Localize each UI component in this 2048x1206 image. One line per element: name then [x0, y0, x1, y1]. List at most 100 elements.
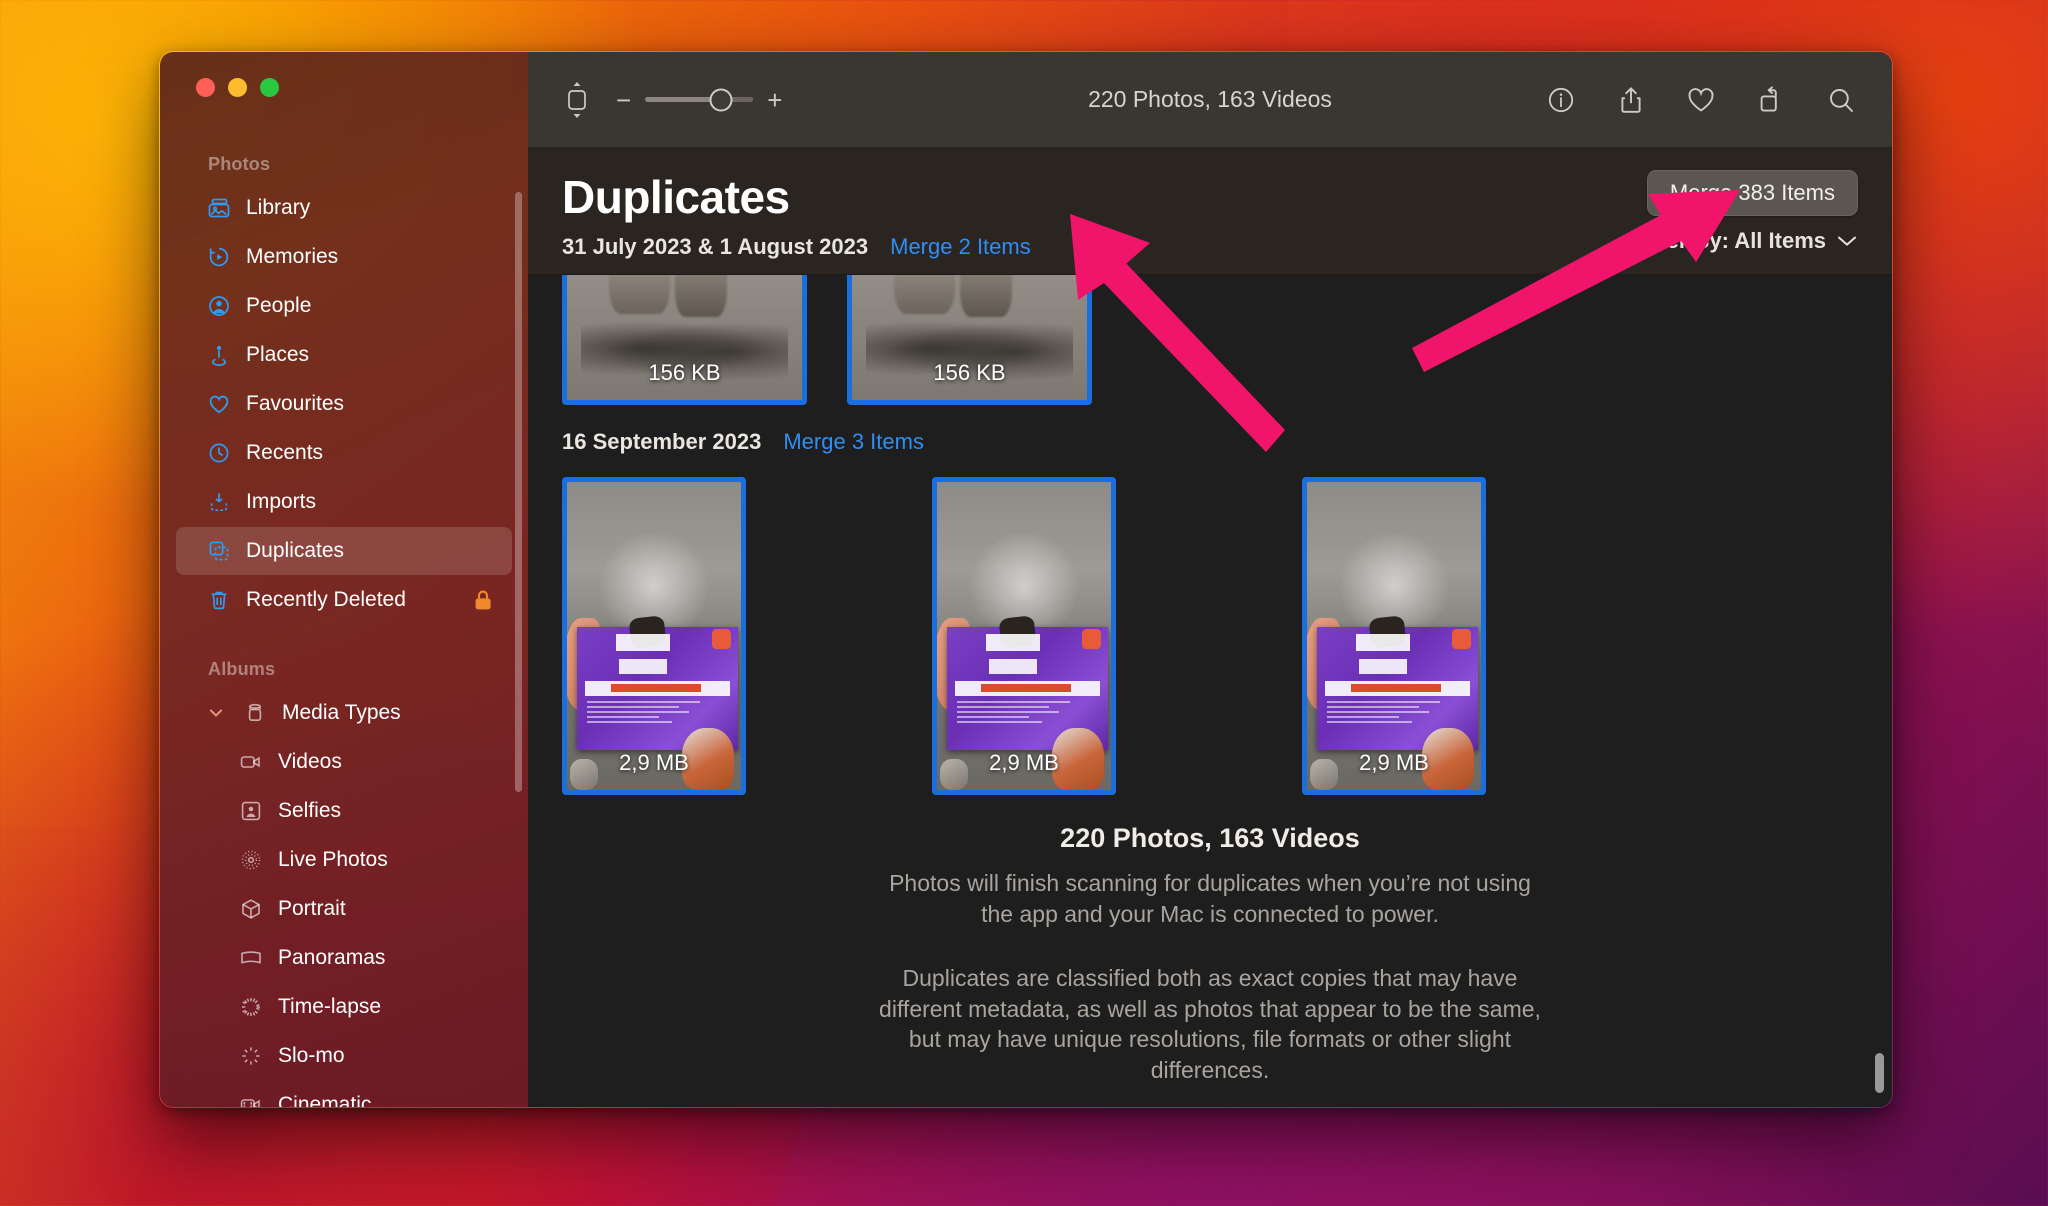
- zoom-out-button[interactable]: −: [616, 87, 631, 113]
- duplicates-content[interactable]: 156 KB 156 KB 16 September 2023 Merge 3 …: [528, 275, 1892, 1107]
- media-types-icon: [242, 700, 268, 726]
- duplicates-footer: 220 Photos, 163 Videos Photos will finis…: [562, 795, 1858, 1085]
- footer-paragraph-1: Photos will finish scanning for duplicat…: [889, 870, 1531, 927]
- share-icon[interactable]: [1614, 83, 1648, 117]
- sidebar-item-places[interactable]: Places: [176, 331, 512, 379]
- photos-app-window: Photos Library Memories People Places Fa…: [159, 51, 1893, 1108]
- toolbar: − + 220 Photos, 163 Videos: [528, 52, 1892, 148]
- duplicate-thumbnail[interactable]: 2,9 MB: [562, 477, 746, 795]
- thumbnail-size-label: 156 KB: [933, 360, 1006, 385]
- time-lapse-icon: [238, 994, 264, 1020]
- sidebar-item-duplicates[interactable]: Duplicates: [176, 527, 512, 575]
- sidebar-item-slo-mo[interactable]: Slo-mo: [176, 1032, 512, 1080]
- sidebar-item-label: Places: [246, 343, 310, 366]
- memories-icon: [206, 244, 232, 270]
- content-scrollbar[interactable]: [1875, 1053, 1884, 1093]
- group-date-label: 31 July 2023 & 1 August 2023: [562, 234, 869, 259]
- sidebar-item-cinematic[interactable]: Cinematic: [176, 1081, 512, 1107]
- group-1-thumbnails: 156 KB 156 KB: [562, 275, 1858, 405]
- sidebar-item-time-lapse[interactable]: Time-lapse: [176, 983, 512, 1031]
- live-photos-icon: [238, 847, 264, 873]
- zoom-in-button[interactable]: +: [767, 87, 782, 113]
- header-actions: Merge 383 Items Filter By: All Items: [1634, 170, 1858, 254]
- thumbnail-size-label: 2,9 MB: [989, 750, 1059, 775]
- sidebar-item-panoramas[interactable]: Panoramas: [176, 934, 512, 982]
- heart-icon[interactable]: [1684, 83, 1718, 117]
- merge-group-1-link[interactable]: Merge 2 Items: [890, 234, 1031, 260]
- main-pane: − + 220 Photos, 163 Videos Duplicates 31…: [528, 52, 1892, 1107]
- sidebar-item-imports[interactable]: Imports: [176, 478, 512, 526]
- thumbnail-size-label: 156 KB: [648, 360, 721, 385]
- sidebar-item-media-types[interactable]: Media Types: [176, 689, 512, 737]
- sidebar-item-label: Slo-mo: [278, 1044, 345, 1067]
- library-icon: [206, 195, 232, 221]
- info-icon[interactable]: [1544, 83, 1578, 117]
- sidebar-item-label: Imports: [246, 490, 317, 513]
- sidebar-item-label: Videos: [278, 750, 342, 773]
- sidebar-item-library[interactable]: Library: [176, 184, 512, 232]
- sidebar-item-label: Library: [246, 196, 311, 219]
- sidebar-item-favourites[interactable]: Favourites: [176, 380, 512, 428]
- chevron-down-icon[interactable]: [206, 704, 226, 722]
- sidebar-item-label: Panoramas: [278, 946, 386, 969]
- duplicate-thumbnail[interactable]: 2,9 MB: [1302, 477, 1486, 795]
- duplicates-header: Duplicates 31 July 2023 & 1 August 2023 …: [528, 148, 1892, 275]
- zoom-slider-trail: [731, 97, 754, 102]
- sidebar-item-recents[interactable]: Recents: [176, 429, 512, 477]
- traffic-lights: [196, 78, 279, 97]
- sidebar-item-label: People: [246, 294, 312, 317]
- sidebar-item-label: Duplicates: [246, 539, 345, 562]
- sidebar-item-label: Recently Deleted: [246, 588, 406, 611]
- zoom-slider[interactable]: [645, 88, 754, 111]
- sidebar-item-label: Favourites: [246, 392, 345, 415]
- sidebar-item-videos[interactable]: Videos: [176, 738, 512, 786]
- group-2-thumbnails: 2,9 MB 2,9 MB 2,9 MB: [562, 477, 1858, 795]
- close-button[interactable]: [196, 78, 215, 97]
- sidebar-item-label: Cinematic: [278, 1093, 372, 1107]
- footer-paragraph-2: Duplicates are classified both as exact …: [879, 965, 1541, 1083]
- sidebar-scrollbar[interactable]: [515, 192, 522, 792]
- portrait-cube-icon: [238, 896, 264, 922]
- group-header-row-2: 16 September 2023 Merge 3 Items: [562, 429, 1858, 455]
- duplicate-thumbnail[interactable]: 2,9 MB: [932, 477, 1116, 795]
- video-icon: [238, 749, 264, 775]
- merge-group-2-link[interactable]: Merge 3 Items: [783, 429, 924, 455]
- sidebar: Photos Library Memories People Places Fa…: [160, 52, 528, 1107]
- sidebar-section-title-albums: Albums: [208, 659, 276, 679]
- clock-icon: [206, 440, 232, 466]
- sidebar-section-title-photos: Photos: [208, 154, 271, 174]
- chevron-down-icon: [1836, 228, 1858, 254]
- duplicates-icon: [206, 538, 232, 564]
- slo-mo-icon: [238, 1043, 264, 1069]
- rotate-icon[interactable]: [1754, 83, 1788, 117]
- duplicate-thumbnail[interactable]: 156 KB: [562, 275, 807, 405]
- toolbar-left-group: − +: [562, 79, 782, 121]
- people-icon: [206, 293, 232, 319]
- merge-all-button[interactable]: Merge 383 Items: [1646, 170, 1858, 216]
- sidebar-item-memories[interactable]: Memories: [176, 233, 512, 281]
- sidebar-item-recently-deleted[interactable]: Recently Deleted: [176, 576, 512, 624]
- aspect-ratio-icon[interactable]: [562, 79, 592, 121]
- sidebar-item-portrait[interactable]: Portrait: [176, 885, 512, 933]
- sidebar-item-label: Live Photos: [278, 848, 388, 871]
- sidebar-item-label: Time-lapse: [278, 995, 382, 1018]
- zoom-control[interactable]: − +: [616, 87, 782, 113]
- heart-icon: [206, 391, 232, 417]
- search-icon[interactable]: [1824, 83, 1858, 117]
- thumbnail-size-label: 2,9 MB: [1359, 750, 1429, 775]
- maximize-button[interactable]: [260, 78, 279, 97]
- minimize-button[interactable]: [228, 78, 247, 97]
- import-icon: [206, 489, 232, 515]
- places-pin-icon: [206, 342, 232, 368]
- zoom-slider-knob[interactable]: [709, 88, 733, 111]
- sidebar-item-label: Memories: [246, 245, 339, 268]
- sidebar-item-selfies[interactable]: Selfies: [176, 787, 512, 835]
- lock-icon: [472, 588, 494, 612]
- toolbar-right-group: [1544, 83, 1858, 117]
- duplicate-thumbnail[interactable]: 156 KB: [847, 275, 1092, 405]
- sidebar-item-live-photos[interactable]: Live Photos: [176, 836, 512, 884]
- sidebar-item-people[interactable]: People: [176, 282, 512, 330]
- thumbnail-size-label: 2,9 MB: [619, 750, 689, 775]
- filter-by-dropdown[interactable]: Filter By: All Items: [1634, 228, 1858, 254]
- footer-title: 220 Photos, 163 Videos: [1060, 823, 1360, 853]
